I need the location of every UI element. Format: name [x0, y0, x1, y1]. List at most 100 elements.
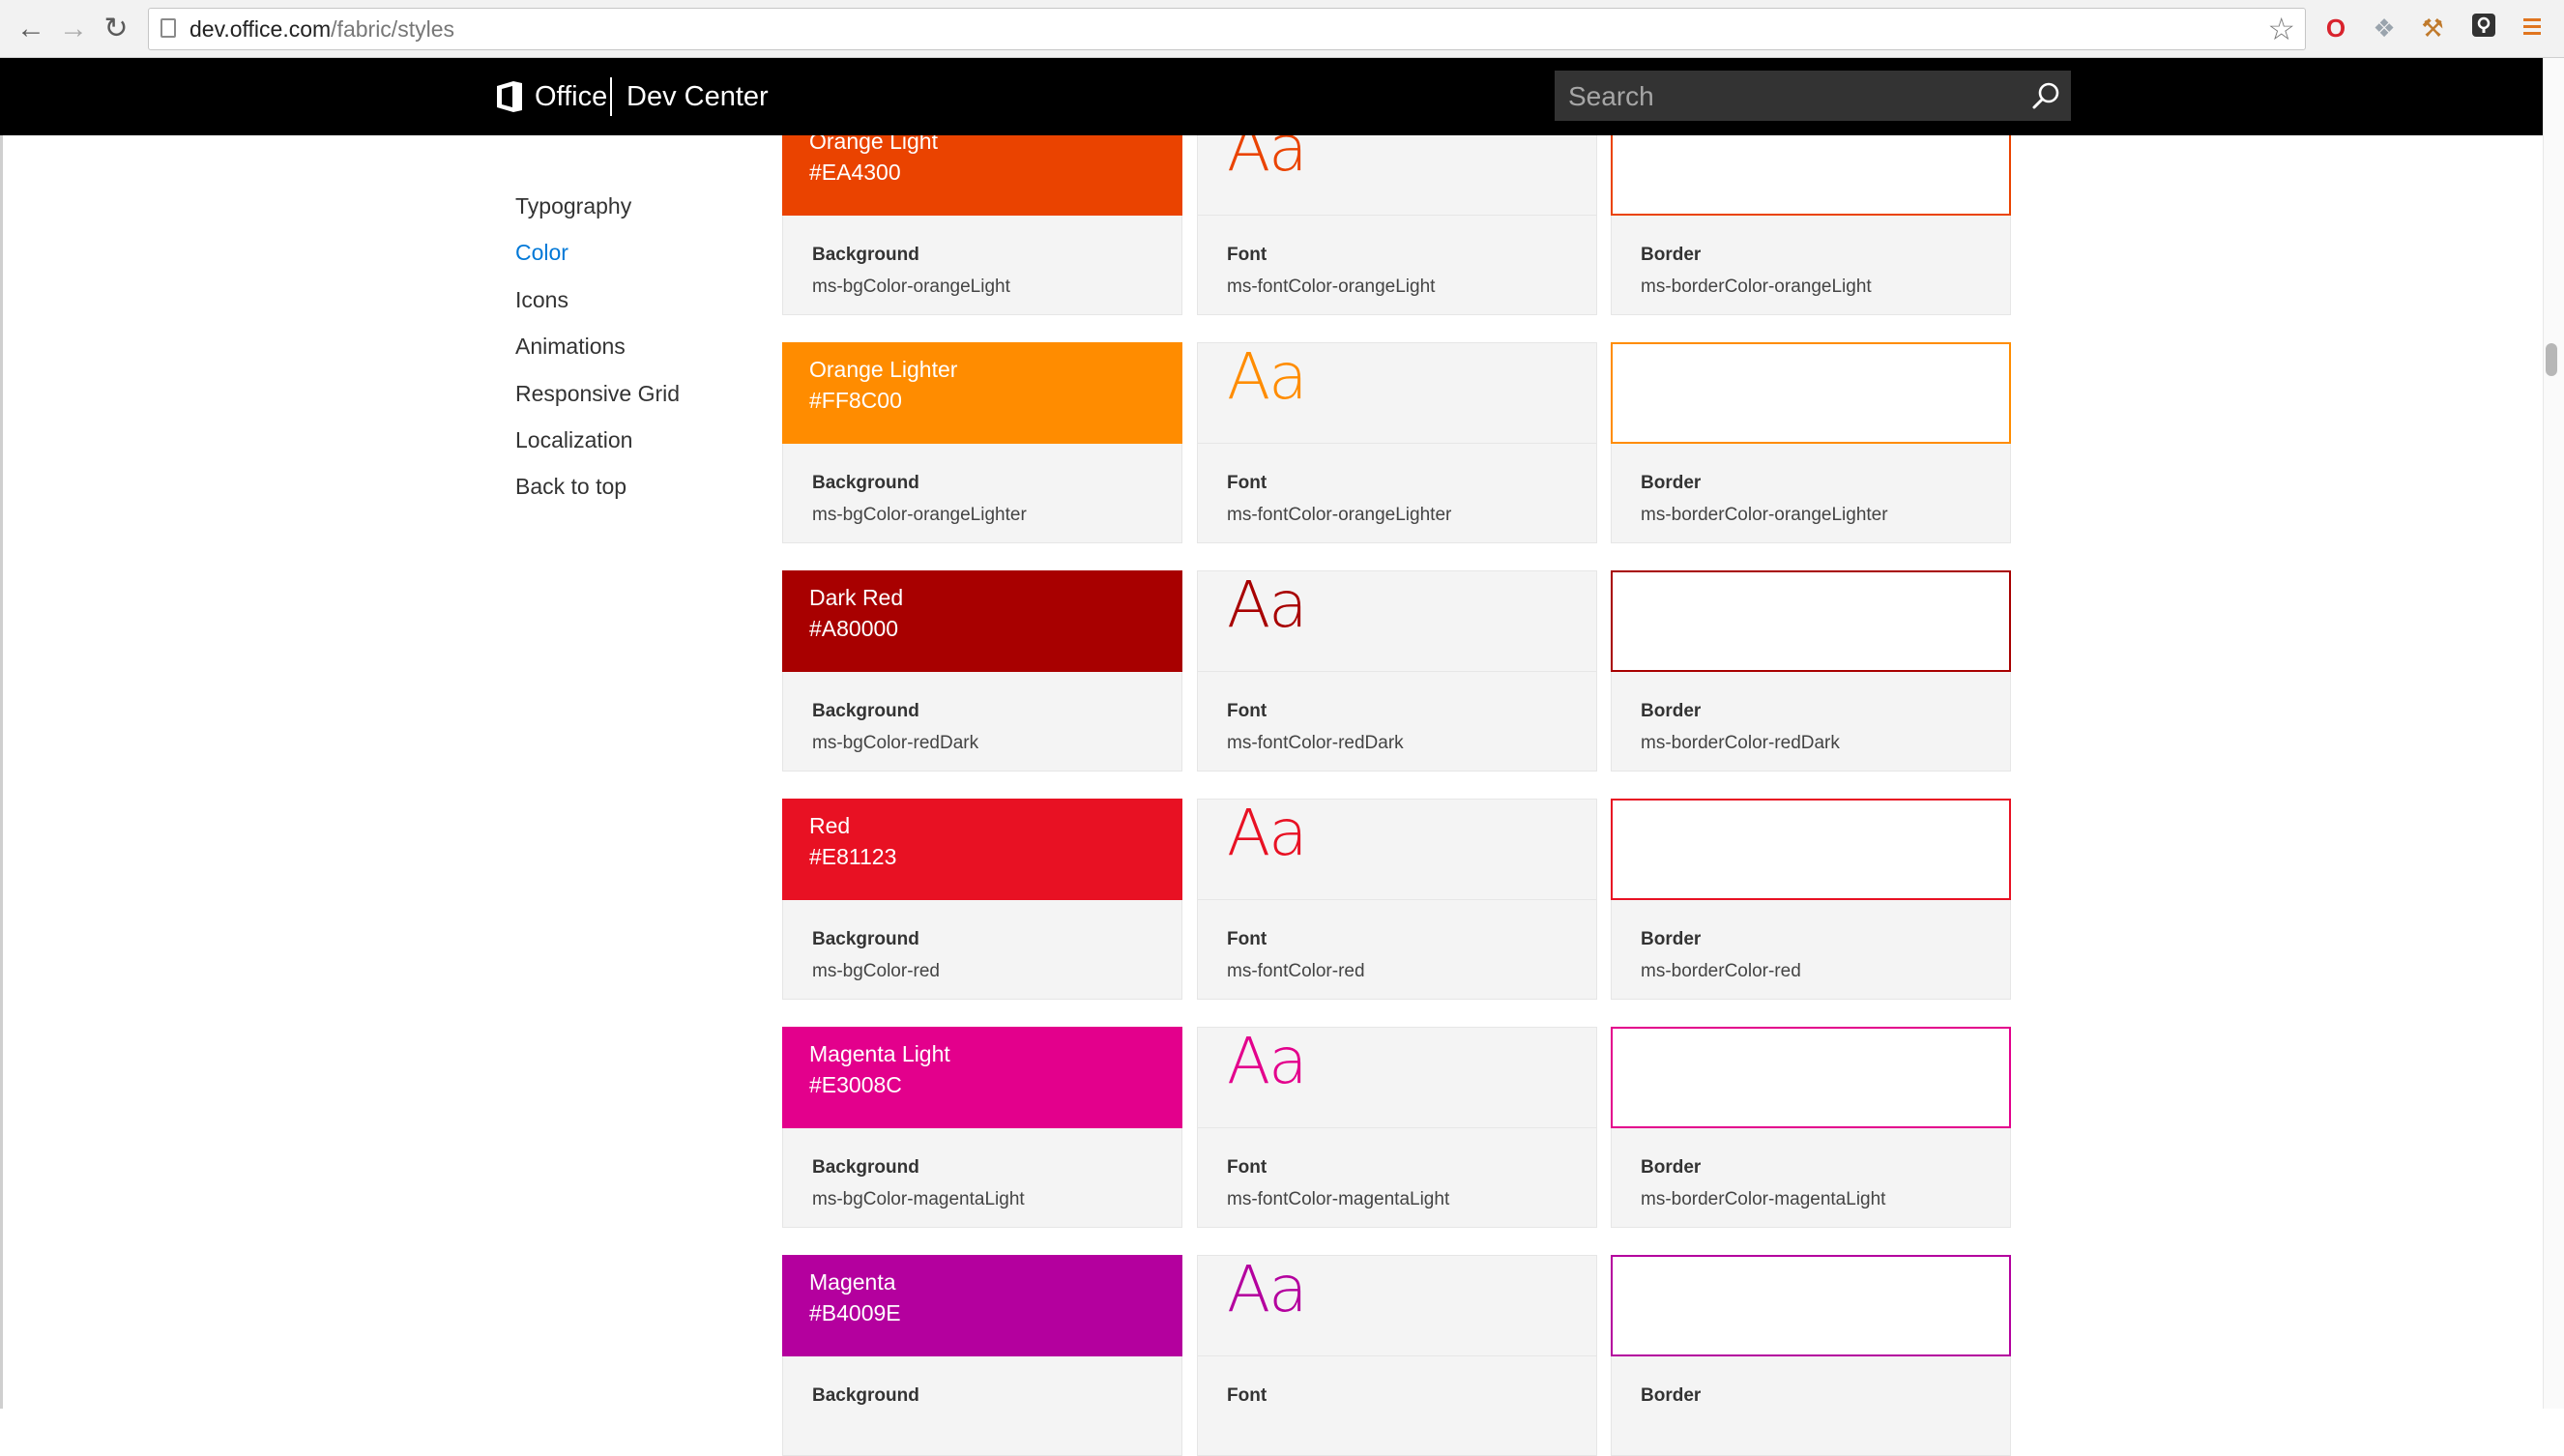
- back-icon[interactable]: ←: [12, 10, 50, 48]
- class-name: ms-bgColor-red: [812, 961, 940, 981]
- bookmark-star-icon[interactable]: ☆: [2267, 9, 2295, 49]
- background-color-swatch: Orange Lighter #FF8C00: [782, 342, 1182, 444]
- bg-swatch-card: Orange Lighter #FF8C00 Background ms-bgC…: [782, 342, 1182, 543]
- font-sample-text: Aa: [1227, 568, 1308, 642]
- card-label: Border: [1641, 245, 1702, 265]
- bg-swatch-card: Magenta Light #E3008C Background ms-bgCo…: [782, 1027, 1182, 1228]
- brand-name[interactable]: Office: [535, 58, 607, 135]
- opera-extension-icon[interactable]: O: [2320, 13, 2351, 44]
- bg-swatch-card: Red #E81123 Background ms-bgColor-red: [782, 799, 1182, 1000]
- border-color-sample: [1611, 1027, 2011, 1128]
- color-swatch-grid: Orange Light #EA4300 Background ms-bgCol…: [782, 0, 2012, 1456]
- font-color-sample: Aa: [1197, 339, 1597, 444]
- card-label: Font: [1227, 245, 1267, 265]
- class-name: ms-borderColor-redDark: [1641, 733, 1840, 753]
- bg-swatch-card: Dark Red #A80000 Background ms-bgColor-r…: [782, 570, 1182, 772]
- font-sample-text: Aa: [1227, 339, 1308, 414]
- class-name: ms-fontColor-redDark: [1227, 733, 1404, 753]
- background-color-swatch: Magenta #B4009E: [782, 1255, 1182, 1356]
- nav-item-typography[interactable]: Typography: [515, 189, 680, 236]
- border-color-sample: [1611, 570, 2011, 672]
- color-name: Orange Lighter: [809, 357, 958, 382]
- search-icon[interactable]: [2030, 80, 2061, 111]
- background-color-swatch: Dark Red #A80000: [782, 570, 1182, 672]
- card-label: Background: [812, 1385, 919, 1406]
- card-label: Border: [1641, 701, 1702, 721]
- address-bar[interactable]: dev.office.com/fabric/styles ☆: [148, 8, 2306, 50]
- color-name: Dark Red: [809, 585, 904, 610]
- nav-item-animations[interactable]: Animations: [515, 330, 680, 376]
- border-swatch-card: Border ms-borderColor-red: [1611, 799, 2011, 1000]
- class-name: ms-fontColor-orangeLighter: [1227, 505, 1452, 525]
- card-label: Background: [812, 245, 919, 265]
- color-hex: #FF8C00: [809, 388, 902, 413]
- scrollbar-thumb[interactable]: [2546, 343, 2557, 376]
- card-label: Border: [1641, 1157, 1702, 1178]
- border-color-sample: [1611, 1255, 2011, 1356]
- border-swatch-card: Border: [1611, 1255, 2011, 1456]
- background-color-swatch: Magenta Light #E3008C: [782, 1027, 1182, 1128]
- color-hex: #E81123: [809, 844, 897, 869]
- class-name: ms-bgColor-magentaLight: [812, 1189, 1025, 1209]
- class-name: ms-bgColor-orangeLight: [812, 277, 1010, 297]
- card-label: Font: [1227, 701, 1267, 721]
- brand-divider: [610, 77, 612, 116]
- class-name: ms-borderColor-orangeLight: [1641, 277, 1872, 297]
- font-swatch-card: Aa Font ms-fontColor-orangeLight: [1197, 111, 1597, 315]
- lastpass-extension-icon[interactable]: [2468, 13, 2499, 44]
- font-color-sample: Aa: [1197, 568, 1597, 672]
- bg-swatch-card: Orange Light #EA4300 Background ms-bgCol…: [782, 114, 1182, 315]
- menu-icon[interactable]: [2517, 13, 2548, 44]
- card-label: Font: [1227, 929, 1267, 949]
- color-name: Red: [809, 813, 851, 838]
- font-color-sample: Aa: [1197, 1024, 1597, 1128]
- color-name: Magenta: [809, 1269, 896, 1295]
- font-sample-text: Aa: [1227, 1024, 1308, 1098]
- color-name: Magenta Light: [809, 1041, 950, 1066]
- window-edge: [0, 0, 3, 1409]
- nav-item-responsive-grid[interactable]: Responsive Grid: [515, 377, 680, 423]
- nav-item-icons[interactable]: Icons: [515, 283, 680, 330]
- font-swatch-card: Aa Font ms-fontColor-magentaLight: [1197, 1024, 1597, 1228]
- card-label: Font: [1227, 1157, 1267, 1178]
- vertical-scrollbar[interactable]: [2543, 58, 2564, 1409]
- card-label: Border: [1641, 473, 1702, 493]
- color-hex: #EA4300: [809, 160, 901, 185]
- nav-item-localization[interactable]: Localization: [515, 423, 680, 470]
- class-name: ms-fontColor-magentaLight: [1227, 1189, 1450, 1209]
- class-name: ms-fontColor-red: [1227, 961, 1365, 981]
- font-swatch-card: Aa Font ms-fontColor-redDark: [1197, 568, 1597, 772]
- tools-extension-icon[interactable]: ⚒: [2417, 13, 2448, 44]
- browser-toolbar: ← → ↻ dev.office.com/fabric/styles ☆ O ❖…: [0, 0, 2564, 58]
- nav-item-color[interactable]: Color: [515, 236, 680, 282]
- font-color-sample: Aa: [1197, 1252, 1597, 1356]
- forward-icon[interactable]: →: [54, 10, 93, 48]
- reload-icon[interactable]: ↻: [97, 10, 135, 48]
- border-swatch-card: Border ms-borderColor-orangeLighter: [1611, 342, 2011, 543]
- card-label: Font: [1227, 1385, 1267, 1406]
- card-label: Background: [812, 473, 919, 493]
- background-color-swatch: Red #E81123: [782, 799, 1182, 900]
- page-icon: [160, 18, 176, 38]
- card-label: Border: [1641, 929, 1702, 949]
- font-sample-text: Aa: [1227, 796, 1308, 870]
- border-color-sample: [1611, 342, 2011, 444]
- card-label: Background: [812, 701, 919, 721]
- dropbox-extension-icon[interactable]: ❖: [2369, 13, 2400, 44]
- border-color-sample: [1611, 799, 2011, 900]
- card-label: Background: [812, 929, 919, 949]
- class-name: ms-borderColor-orangeLighter: [1641, 505, 1888, 525]
- nav-item-back-to-top[interactable]: Back to top: [515, 470, 680, 516]
- office-logo-icon: [497, 81, 522, 112]
- brand-subtitle[interactable]: Dev Center: [626, 58, 769, 135]
- color-hex: #B4009E: [809, 1300, 901, 1325]
- section-nav: Typography Color Icons Animations Respon…: [515, 189, 680, 517]
- border-swatch-card: Border ms-borderColor-magentaLight: [1611, 1027, 2011, 1228]
- class-name: ms-bgColor-redDark: [812, 733, 979, 753]
- font-color-sample: Aa: [1197, 796, 1597, 900]
- card-label: Background: [812, 1157, 919, 1178]
- class-name: ms-bgColor-orangeLighter: [812, 505, 1027, 525]
- search-input[interactable]: [1555, 71, 2025, 123]
- url-text[interactable]: dev.office.com/fabric/styles: [189, 9, 454, 49]
- font-swatch-card: Aa Font ms-fontColor-orangeLighter: [1197, 339, 1597, 543]
